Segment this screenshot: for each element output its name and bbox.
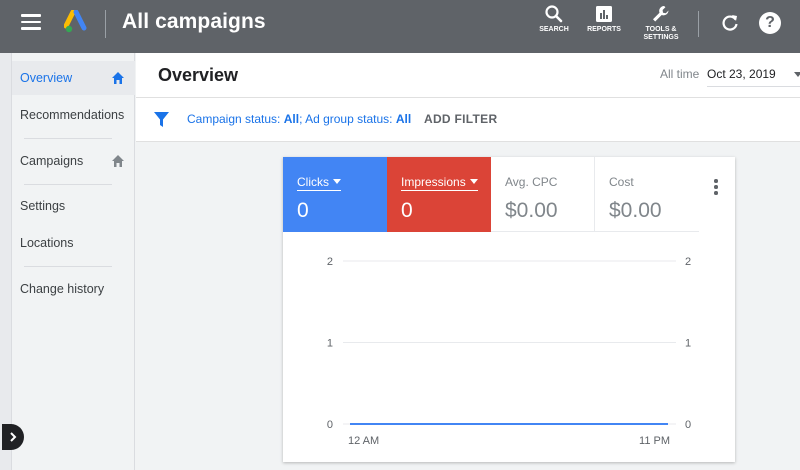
date-value: Oct 23, 2019 xyxy=(707,67,776,81)
left-rail xyxy=(0,53,12,470)
x-tick-label: 12 AM xyxy=(348,435,379,447)
x-tick-label: 11 PM xyxy=(639,435,670,447)
search-button[interactable]: SEARCH xyxy=(536,4,572,34)
line-chart: 0 0 1 1 2 2 12 AM 11 PM xyxy=(327,256,691,447)
y-tick-label-right: 0 xyxy=(685,419,691,431)
filter-icon[interactable] xyxy=(153,111,170,128)
sidebar-item-overview[interactable]: Overview xyxy=(12,61,135,95)
sidebar-item-label: Change history xyxy=(20,282,105,296)
page-header: Overview All time Oct 23, 2019 xyxy=(136,53,800,98)
campaign-status-value: All xyxy=(283,112,300,126)
reports-button[interactable]: REPORTS xyxy=(584,4,624,34)
y-tick-label-left: 2 xyxy=(327,256,333,268)
search-label: SEARCH xyxy=(539,26,569,33)
settings-label: SETTINGS xyxy=(643,34,679,41)
sidebar-item-settings[interactable]: Settings xyxy=(12,189,135,223)
tools-label: TOOLS & xyxy=(645,26,677,33)
sidebar-divider xyxy=(24,184,112,185)
metric-value: 0 xyxy=(297,199,309,222)
refresh-icon[interactable] xyxy=(719,12,741,34)
metric-impressions-selector[interactable]: Impressions xyxy=(401,175,478,191)
add-filter-button[interactable]: ADD FILTER xyxy=(424,112,497,126)
menu-icon[interactable] xyxy=(21,14,41,30)
metric-impressions[interactable]: Impressions 0 xyxy=(387,157,491,232)
y-tick-label-right: 2 xyxy=(685,256,691,268)
google-ads-logo-icon[interactable] xyxy=(64,10,90,34)
sidebar-item-locations[interactable]: Locations xyxy=(12,226,135,260)
sidebar: Overview Recommendations Campaigns Setti… xyxy=(12,53,135,470)
metric-label: Clicks xyxy=(297,175,329,189)
metric-label: Avg. CPC xyxy=(505,175,558,189)
y-tick-label-left: 0 xyxy=(327,419,333,431)
sidebar-divider xyxy=(24,138,112,139)
header-divider xyxy=(105,10,106,38)
chevron-down-icon xyxy=(794,72,800,77)
sidebar-item-label: Settings xyxy=(20,199,66,213)
date-range-select[interactable]: Oct 23, 2019 xyxy=(707,61,800,87)
filter-bar: Campaign status: All; Ad group status: A… xyxy=(136,98,800,142)
help-icon[interactable]: ? xyxy=(759,12,781,34)
adgroup-status-value: All xyxy=(395,112,412,126)
dropdown-arrow-icon xyxy=(333,179,341,184)
sidebar-divider xyxy=(24,266,112,267)
reports-label: REPORTS xyxy=(587,26,621,33)
sidebar-item-campaigns[interactable]: Campaigns xyxy=(12,144,135,178)
sidebar-item-label: Recommendations xyxy=(20,108,125,122)
app-title: All campaigns xyxy=(122,10,266,33)
active-filters[interactable]: Campaign status: All; Ad group status: A… xyxy=(187,112,411,126)
search-icon xyxy=(545,5,563,23)
page-title: Overview xyxy=(158,65,239,85)
metric-avg-cpc[interactable]: Avg. CPC $0.00 xyxy=(491,157,595,232)
metric-label: Cost xyxy=(609,175,634,189)
adgroup-status-label: Ad group status: xyxy=(305,112,396,126)
chevron-right-icon xyxy=(10,432,17,442)
home-icon xyxy=(112,155,124,167)
metric-value: $0.00 xyxy=(505,199,558,222)
metric-value: 0 xyxy=(401,199,413,222)
wrench-icon xyxy=(653,6,669,22)
dropdown-arrow-icon xyxy=(469,179,478,184)
metric-value: $0.00 xyxy=(609,199,662,222)
reports-icon xyxy=(596,6,612,22)
top-bar: All campaigns SEARCH REPORTS TOOLS & SET… xyxy=(0,0,800,53)
sidebar-item-recommendations[interactable]: Recommendations xyxy=(12,98,135,132)
y-tick-label-right: 1 xyxy=(685,338,691,350)
y-tick-label-left: 1 xyxy=(327,338,333,350)
header-divider-right xyxy=(698,11,699,37)
metric-clicks-selector[interactable]: Clicks xyxy=(297,175,341,191)
performance-chart-card: Clicks 0 Impressions 0 Avg. CPC $0.00 Co… xyxy=(283,157,735,462)
sidebar-item-label: Locations xyxy=(20,236,74,250)
tools-settings-button[interactable]: TOOLS & SETTINGS xyxy=(638,4,684,42)
sidebar-item-label: Campaigns xyxy=(20,154,84,168)
sidebar-item-label: Overview xyxy=(20,71,73,85)
metric-cost[interactable]: Cost $0.00 xyxy=(595,157,699,232)
more-options-icon[interactable] xyxy=(711,179,721,199)
date-range-label: All time xyxy=(660,67,700,81)
metric-label: Impressions xyxy=(401,175,466,189)
home-icon xyxy=(112,72,124,84)
metric-clicks[interactable]: Clicks 0 xyxy=(283,157,387,232)
sidebar-item-change-history[interactable]: Change history xyxy=(12,272,135,306)
campaign-status-label: Campaign status: xyxy=(187,112,284,126)
